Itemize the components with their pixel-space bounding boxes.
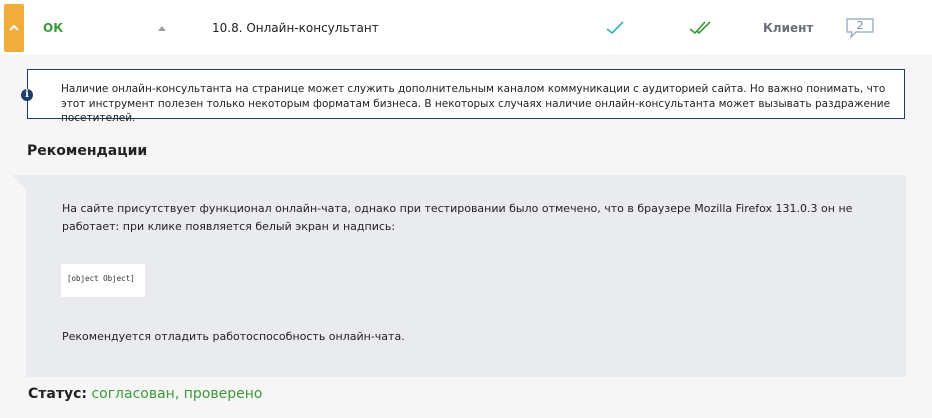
comments-button[interactable]: 2: [845, 17, 875, 43]
recommendation-paragraph-1: На сайте присутствует функционал онлайн-…: [62, 202, 853, 233]
recommendations-title: Рекомендации: [27, 143, 148, 159]
info-icon: i: [21, 89, 33, 101]
error-screenshot: [object Object]: [61, 264, 145, 297]
recommendation-notch: [12, 175, 26, 189]
recommendation-paragraph-2: Рекомендуется отладить работоспособность…: [62, 330, 405, 343]
error-code-text: [object Object]: [67, 274, 135, 283]
chevron-up-icon: [9, 24, 19, 31]
recommendation-box: На сайте присутствует функционал онлайн-…: [26, 175, 906, 377]
comments-count: 2: [856, 19, 864, 32]
checklist-row-header: ОК 10.8. Онлайн-консультант Клиент 2: [0, 0, 932, 54]
status-value: согласован, проверено: [91, 386, 263, 402]
assignee-label: Клиент: [763, 21, 814, 35]
triangle-up-icon[interactable]: [158, 26, 166, 31]
checklist-item-title: 10.8. Онлайн-консультант: [212, 21, 379, 35]
info-callout: Наличие онлайн-консультанта на странице …: [27, 69, 905, 124]
status-line: Статус: согласован, проверено: [28, 386, 262, 402]
status-label: Статус:: [28, 386, 87, 402]
result-status: ОК: [43, 21, 64, 35]
info-text: Наличие онлайн-консультанта на странице …: [61, 83, 891, 124]
collapse-button[interactable]: [4, 4, 24, 52]
double-check-icon: [689, 21, 711, 35]
check-icon: [606, 21, 624, 35]
